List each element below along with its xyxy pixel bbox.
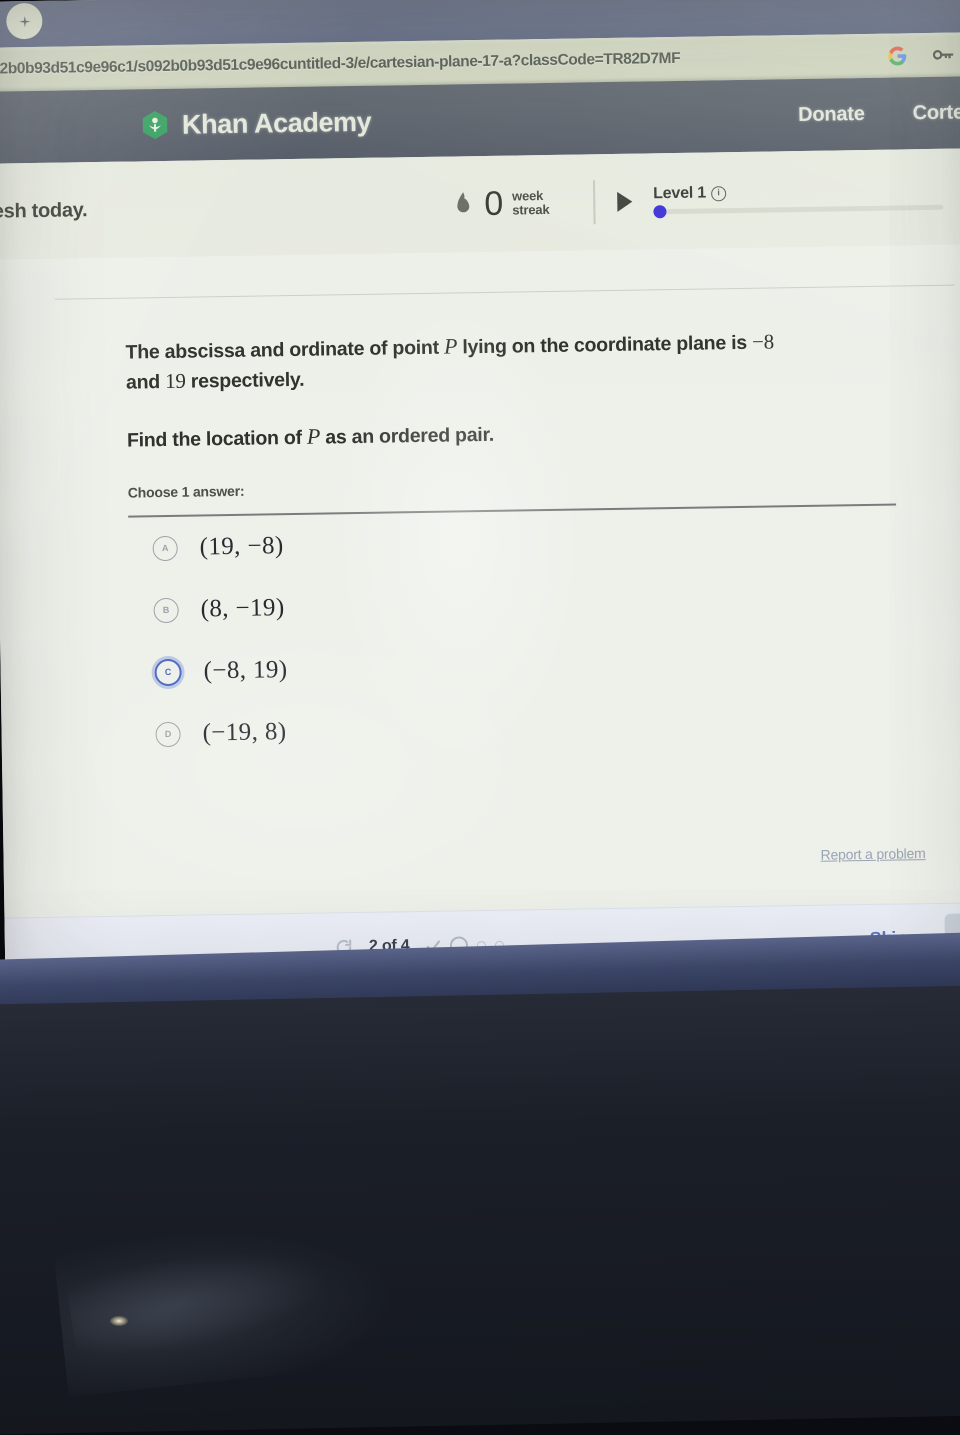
url-text[interactable]: 092b0b93d51c9e96c1/s092b0b93d51c9e96cunt… [0,47,888,79]
navbar-right-links: Donate Corte [798,101,960,127]
fresh-today-text: resh today. [0,198,88,223]
flame-icon [457,192,470,213]
question-line2-a: and [125,370,166,394]
question-line2-b: respectively. [185,368,305,393]
choice-label-c: (−8, 19) [203,656,288,685]
prompt-a: Find the location of [126,426,308,452]
google-g-icon[interactable] [888,45,907,65]
brand-logo-link[interactable]: Khan Academy [140,106,372,141]
question-line1-a: The abscissa and ordinate of point [125,336,445,364]
question-body: The abscissa and ordinate of point P lyi… [125,323,922,766]
choice-label-b: (8, −19) [200,594,285,623]
brand-name: Khan Academy [181,106,372,140]
abscissa-value: −8 [751,329,775,354]
plus-icon [18,15,31,27]
donate-link[interactable]: Donate [798,102,865,126]
monitor-screen: 092b0b93d51c9e96c1/s092b0b93d51c9e96cunt… [0,0,960,987]
level-progress-dot [653,205,667,219]
point-variable-p: P [443,333,458,359]
streak-level-bar: resh today. 0 week streak Level 1 i [0,148,960,260]
radio-d[interactable]: D [155,721,181,747]
choice-label-d: (−19, 8) [202,718,287,747]
question-line1-b: lying on the coordinate plane is [457,331,753,359]
ordinate-value: 19 [164,368,186,393]
report-problem-link[interactable]: Report a problem [820,845,925,863]
streak-count: 0 [483,184,504,223]
radio-b[interactable]: B [153,597,179,624]
desk-light-spark [110,1316,128,1326]
screen-photo: 092b0b93d51c9e96c1/s092b0b93d51c9e96cunt… [0,0,960,1435]
address-bar-icons [888,45,960,65]
question-statement: The abscissa and ordinate of point P lyi… [125,323,916,397]
streak-divider [592,180,596,225]
level-label: Level 1 [653,184,707,203]
play-triangle-icon[interactable] [617,191,633,212]
account-menu[interactable]: Corte [913,101,960,125]
level-label-row: Level 1 i [653,181,943,204]
new-tab-button[interactable] [6,2,43,40]
prompt-variable-p: P [306,423,321,449]
streak-unit: week streak [512,188,550,218]
radio-c[interactable]: C [154,658,182,687]
info-circle-icon[interactable]: i [710,185,727,201]
radio-a[interactable]: A [152,535,178,562]
card-top-divider [54,284,955,300]
level-progress: Level 1 i [653,181,944,219]
prompt-b: as an ordered pair. [319,423,495,449]
khan-academy-leaf-logo [142,111,168,140]
streak-unit-line2: streak [512,201,550,218]
key-icon[interactable] [932,48,955,62]
week-streak-indicator[interactable]: 0 week streak [451,184,550,223]
choice-label-a: (19, −8) [199,532,284,561]
choose-instruction: Choose 1 answer: [127,483,245,501]
choice-row-d[interactable]: D (−19, 8) [131,691,922,765]
question-prompt: Find the location of P as an ordered pai… [127,411,917,455]
level-progress-track [653,204,944,219]
exercise-card: The abscissa and ordinate of point P lyi… [0,244,960,987]
